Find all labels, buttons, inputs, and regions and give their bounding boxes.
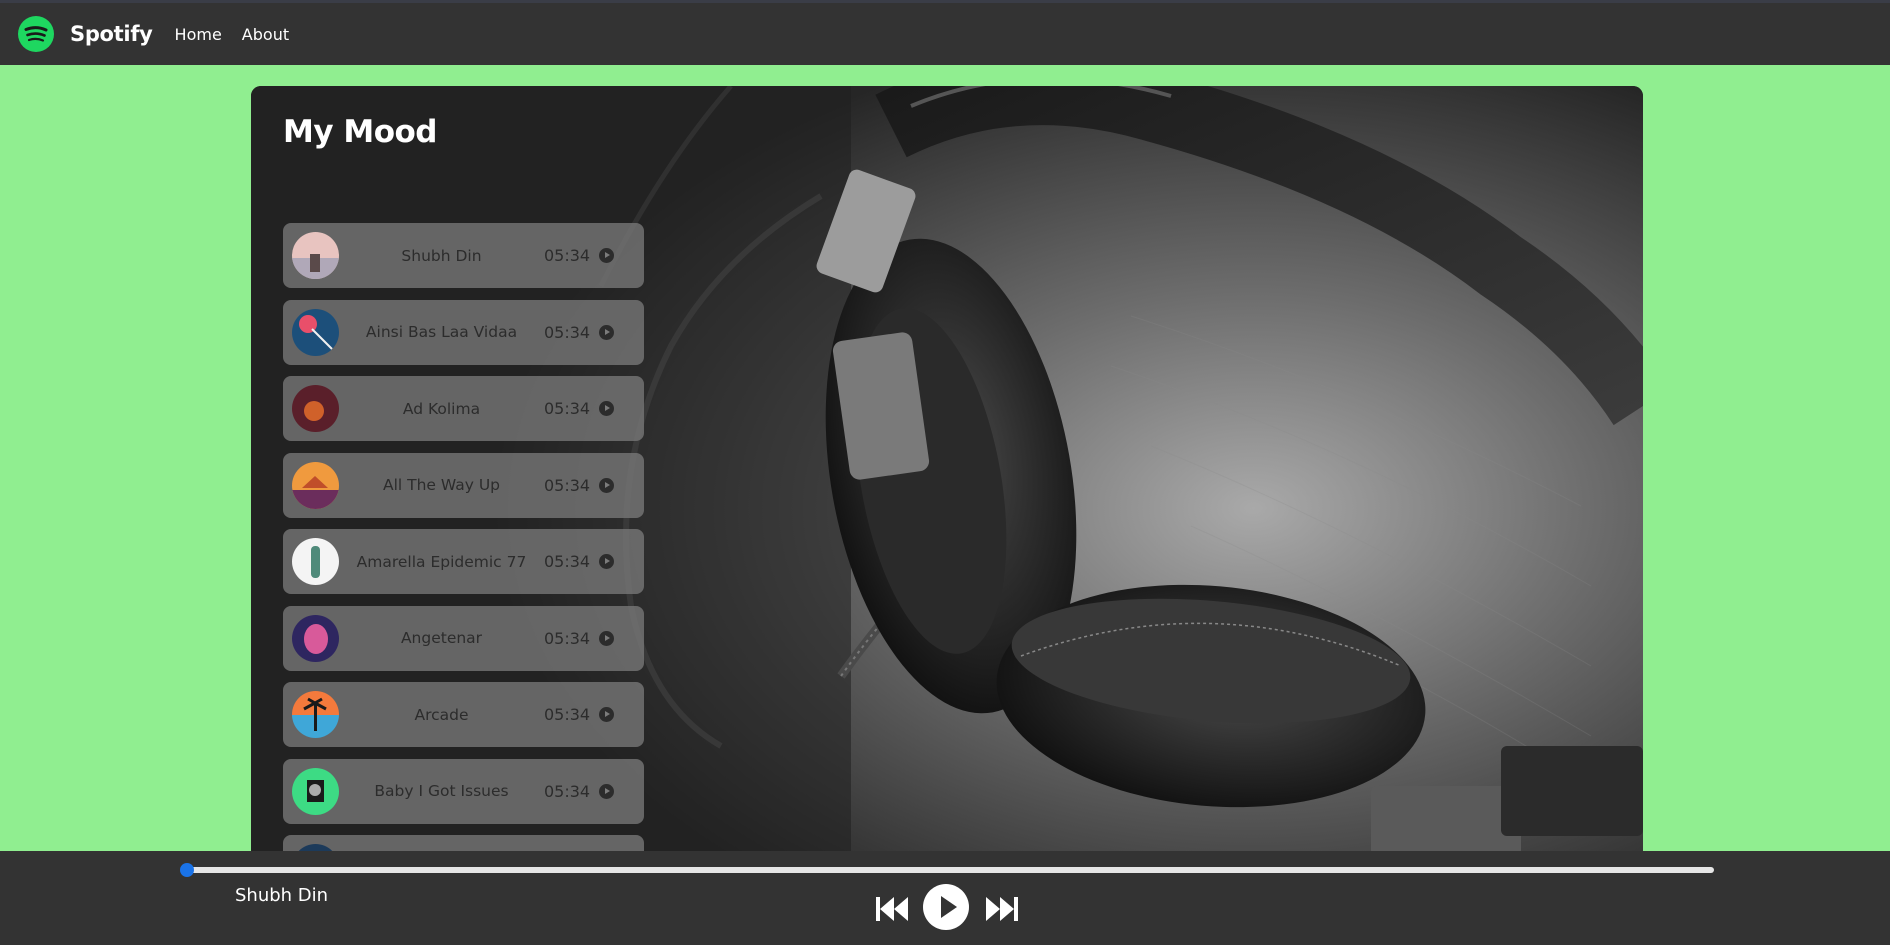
spotify-logo-icon[interactable]	[18, 16, 54, 52]
play-song-icon[interactable]	[599, 707, 614, 722]
song-cover-image	[292, 385, 339, 432]
song-item[interactable]: Shubh Din 05:34	[283, 223, 644, 288]
song-name: Amarella Epidemic 77	[356, 552, 527, 571]
song-name: Ainsi Bas Laa Vidaa	[365, 323, 518, 341]
song-name: All The Way Up	[382, 476, 500, 494]
brand-name[interactable]: Spotify	[70, 22, 153, 46]
song-cover-image	[292, 767, 339, 815]
playlist-card: My Mood Shubh Din 05:34 Ainsi Bas Laa Vi…	[251, 86, 1643, 945]
play-song-icon[interactable]	[599, 783, 614, 799]
progress-slider[interactable]	[180, 863, 1714, 877]
song-duration: 05:34	[544, 475, 591, 495]
song-duration: 05:34	[544, 552, 591, 571]
song-name: Angetenar	[400, 629, 483, 647]
song-item[interactable]: Arcade 05:34	[283, 682, 644, 747]
now-playing-title: Shubh Din	[235, 885, 329, 906]
song-item[interactable]: Baby I Got Issues 05:34	[283, 758, 644, 824]
song-item[interactable]: All The Way Up 05:34	[283, 452, 644, 518]
song-item[interactable]: Ainsi Bas Laa Vidaa 05:34	[283, 299, 644, 365]
nav-link-about[interactable]: About	[242, 25, 289, 44]
play-song-icon[interactable]	[599, 630, 614, 646]
song-cover-image	[292, 232, 339, 279]
song-duration: 05:34	[544, 628, 591, 648]
song-duration: 05:34	[544, 781, 591, 801]
play-song-icon[interactable]	[599, 477, 614, 493]
song-duration: 05:34	[544, 399, 591, 418]
song-duration: 05:34	[544, 322, 591, 342]
song-cover-image	[292, 691, 339, 738]
song-duration: 05:34	[544, 705, 591, 724]
play-song-icon[interactable]	[599, 554, 614, 569]
song-item[interactable]: Angetenar 05:34	[283, 605, 644, 671]
song-name: Arcade	[414, 705, 469, 724]
song-cover-image	[292, 308, 339, 356]
song-duration: 05:34	[544, 246, 591, 265]
song-cover-image	[292, 461, 339, 509]
song-name: Baby I Got Issues	[374, 782, 509, 800]
top-navbar: Spotify Home About	[0, 0, 1890, 65]
song-name: Shubh Din	[401, 246, 482, 265]
song-cover-image	[292, 614, 339, 662]
playlist-title: My Mood	[283, 114, 437, 150]
song-cover-image	[292, 538, 339, 585]
song-name: Ad Kolima	[402, 399, 481, 418]
previous-track-icon[interactable]	[876, 897, 910, 925]
player-bar: Shubh Din	[0, 851, 1890, 945]
play-song-icon[interactable]	[599, 248, 614, 263]
play-icon[interactable]	[923, 884, 969, 930]
song-item[interactable]: Amarella Epidemic 77 05:34	[283, 529, 644, 594]
nav-link-home[interactable]: Home	[175, 25, 222, 44]
play-song-icon[interactable]	[599, 324, 614, 340]
player-controls	[876, 884, 1018, 934]
play-song-icon[interactable]	[599, 401, 614, 416]
song-list: Shubh Din 05:34 Ainsi Bas Laa Vidaa 05:3…	[283, 223, 644, 912]
next-track-icon[interactable]	[984, 897, 1018, 925]
progress-thumb[interactable]	[180, 863, 194, 877]
song-item[interactable]: Ad Kolima 05:34	[283, 376, 644, 441]
